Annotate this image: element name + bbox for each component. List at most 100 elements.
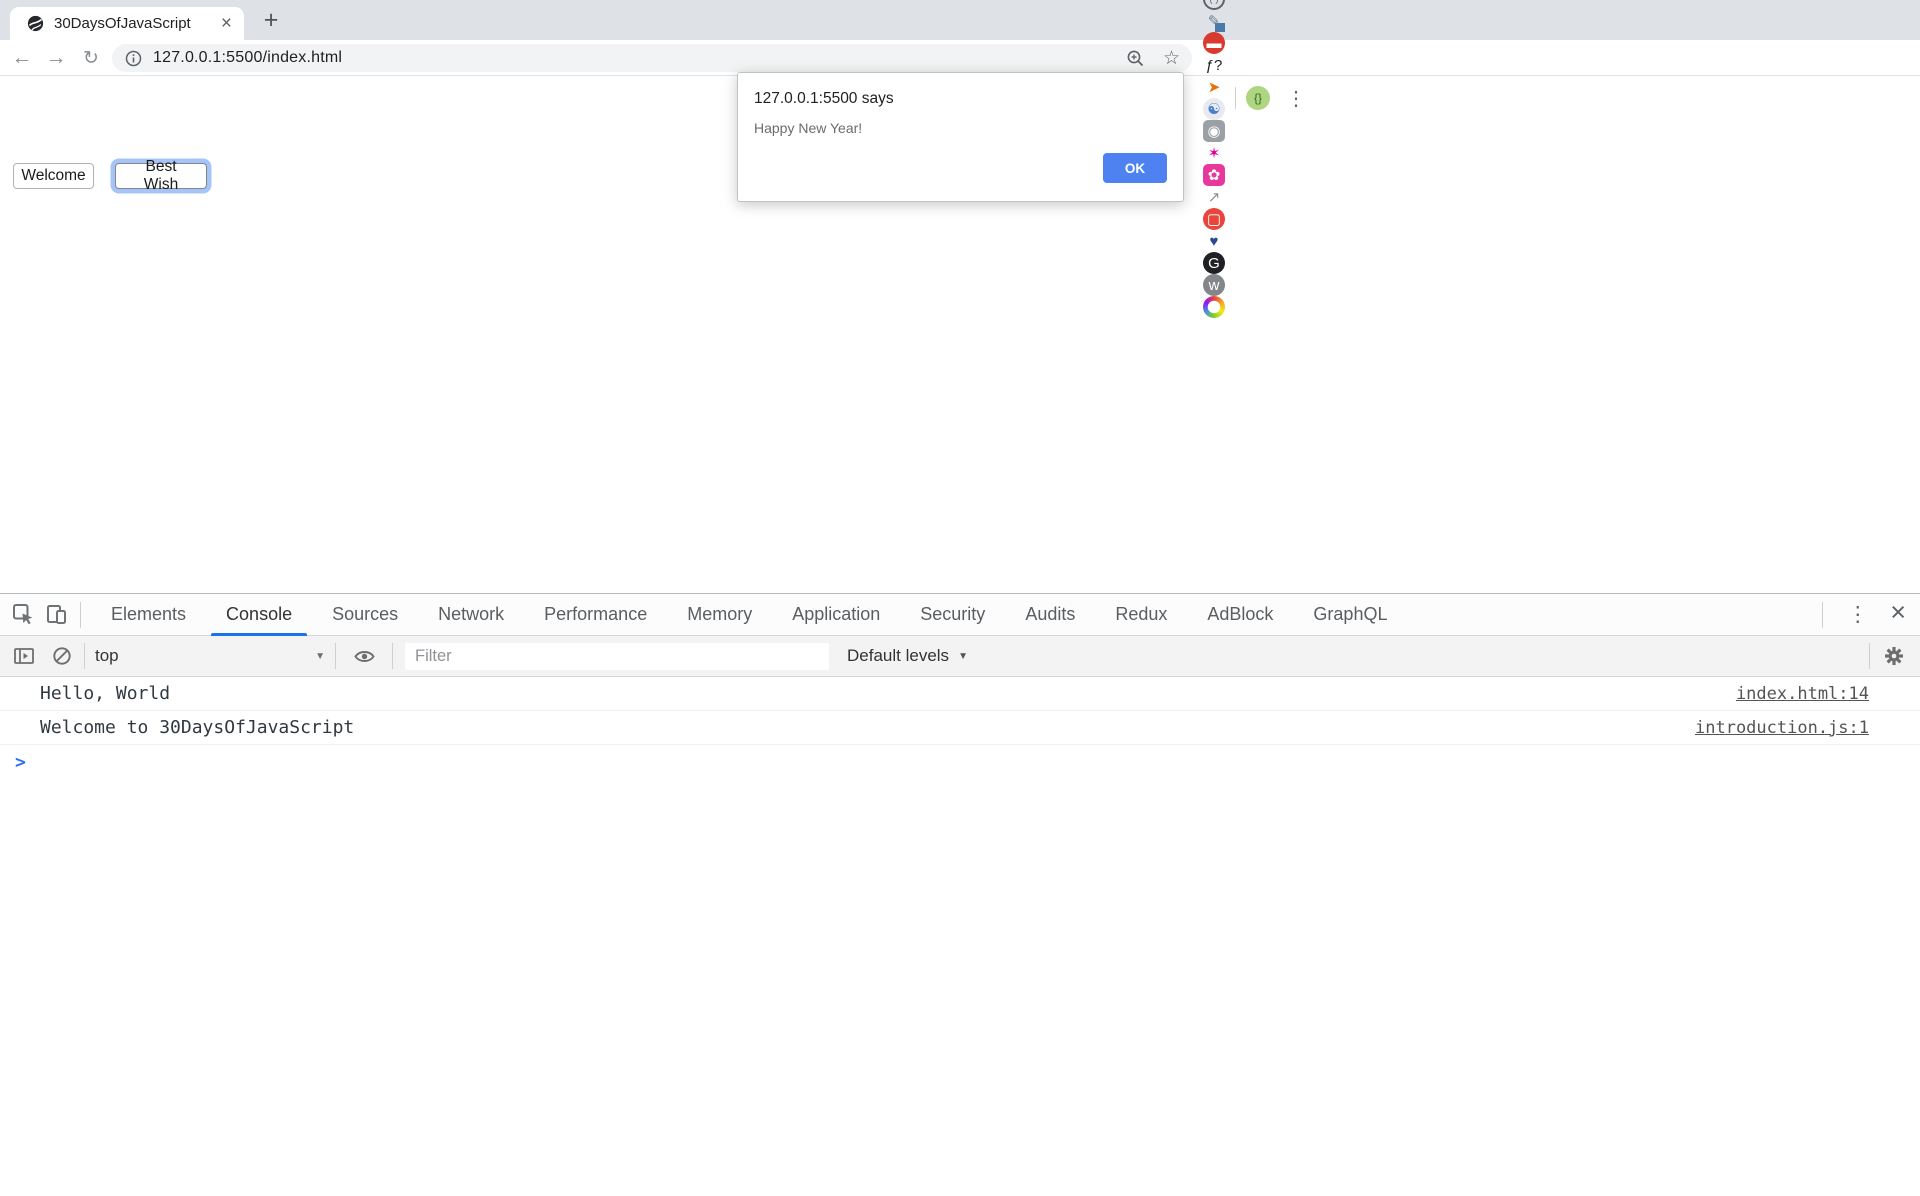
chevron-down-icon: ▼ xyxy=(315,651,325,662)
browser-toolbar: ← → ↻ 127.0.0.1:5500/index.html ☆ Ƒ◎❚❚✱❋… xyxy=(0,40,1920,76)
favicon-globe-icon xyxy=(27,15,44,32)
devtools-tab-bar: ElementsConsoleSourcesNetworkPerformance… xyxy=(0,594,1920,636)
ext-glyph: w xyxy=(1209,278,1220,293)
avatar-glyph: {} xyxy=(1254,92,1262,104)
extensions-area: Ƒ◎❚❚✱❋(-)✎▬ƒ?➤☯◉✶✿↗▢♥Gw {} ⋮ xyxy=(1203,80,1312,116)
filter-input[interactable] xyxy=(405,643,829,670)
bookmark-star-icon[interactable]: ☆ xyxy=(1163,47,1180,70)
tab-memory[interactable]: Memory xyxy=(667,594,772,636)
dash-circle-icon[interactable]: (-) xyxy=(1203,0,1225,10)
console-toolbar-divider2 xyxy=(335,643,336,669)
ext-glyph: ✿ xyxy=(1208,168,1221,183)
stop-hand-icon[interactable]: ▬ xyxy=(1203,32,1225,54)
tab-console[interactable]: Console xyxy=(206,594,312,636)
dialog-message: Happy New Year! xyxy=(754,120,862,136)
device-toolbar-icon[interactable] xyxy=(44,603,68,627)
dialog-title: 127.0.0.1:5500 says xyxy=(754,90,894,108)
tab-strip: 30DaysOfJavaScript × + xyxy=(0,0,1920,40)
prompt-chevron-icon: > xyxy=(15,752,26,773)
chevron-down-icon: ▼ xyxy=(958,651,968,662)
colorzilla-eyedropper-icon[interactable]: ✎ xyxy=(1203,10,1225,32)
console-toolbar-divider xyxy=(84,643,85,669)
pink-gear-icon[interactable]: ✿ xyxy=(1203,164,1225,186)
site-info-icon[interactable] xyxy=(125,50,142,67)
heart-search-icon[interactable]: ♥ xyxy=(1203,230,1225,252)
reload-button[interactable]: ↻ xyxy=(76,43,106,73)
devtools-close-icon[interactable]: × xyxy=(1882,599,1920,630)
devtools-panel: ElementsConsoleSourcesNetworkPerformance… xyxy=(0,593,1920,1196)
chrome-menu-kebab-icon[interactable]: ⋮ xyxy=(1280,86,1312,111)
inspect-element-icon[interactable] xyxy=(11,603,35,627)
tab-performance[interactable]: Performance xyxy=(524,594,667,636)
best-wish-button[interactable]: Best Wish xyxy=(115,163,207,189)
settings-gear-icon[interactable] xyxy=(1882,644,1906,668)
url-text: 127.0.0.1:5500/index.html xyxy=(153,49,342,67)
tabbar-divider xyxy=(80,602,81,628)
browser-tab[interactable]: 30DaysOfJavaScript × xyxy=(10,7,244,40)
console-message-text: Welcome to 30DaysOfJavaScript xyxy=(40,717,354,738)
console-toolbar: top ▼ Default levels ▼ xyxy=(0,636,1920,677)
ghostery-icon[interactable]: G xyxy=(1203,252,1225,274)
js-alert-dialog: 127.0.0.1:5500 says Happy New Year! OK xyxy=(737,72,1184,202)
source-link[interactable]: index.html:14 xyxy=(1736,684,1869,704)
console-sidebar-toggle-icon[interactable] xyxy=(12,644,36,668)
devtools-menu-kebab-icon[interactable]: ⋮ xyxy=(1833,602,1882,627)
zoom-indicator-icon[interactable] xyxy=(1126,49,1145,68)
ext-glyph: ↗ xyxy=(1208,190,1221,205)
fn-question-icon[interactable]: ƒ? xyxy=(1203,54,1225,76)
console-message-row: Hello, World index.html:14 xyxy=(0,677,1920,711)
graphql-icon[interactable]: ✶ xyxy=(1203,142,1225,164)
clear-console-icon[interactable] xyxy=(50,644,74,668)
dialog-ok-button[interactable]: OK xyxy=(1103,153,1167,183)
toolbar-divider xyxy=(1235,87,1236,109)
ext-glyph: ➤ xyxy=(1208,80,1221,95)
tab-graphql[interactable]: GraphQL xyxy=(1293,594,1407,636)
source-link[interactable]: introduction.js:1 xyxy=(1695,718,1869,738)
context-label: top xyxy=(95,646,119,666)
welcome-button[interactable]: Welcome xyxy=(13,163,94,189)
console-message-text: Hello, World xyxy=(40,683,170,704)
address-bar[interactable]: 127.0.0.1:5500/index.html ☆ xyxy=(112,44,1192,72)
tab-network[interactable]: Network xyxy=(418,594,524,636)
levels-label: Default levels xyxy=(847,646,949,666)
tab-audits[interactable]: Audits xyxy=(1005,594,1095,636)
swirl-icon[interactable]: ☯ xyxy=(1203,98,1225,120)
ext-glyph: ƒ? xyxy=(1206,58,1223,73)
tab-security[interactable]: Security xyxy=(900,594,1005,636)
color-ring-icon[interactable] xyxy=(1203,296,1225,318)
ext-glyph: ▬ xyxy=(1207,36,1222,51)
ext-glyph: G xyxy=(1208,256,1220,271)
red-badge-icon[interactable]: ▢ xyxy=(1203,208,1225,230)
tab-close-icon[interactable]: × xyxy=(219,14,234,33)
tab-application[interactable]: Application xyxy=(772,594,900,636)
ext-glyph: (-) xyxy=(1210,0,1219,4)
tabbar-divider-right xyxy=(1822,602,1823,628)
tab-redux[interactable]: Redux xyxy=(1095,594,1187,636)
console-output: Hello, World index.html:14 Welcome to 30… xyxy=(0,677,1920,745)
ext-glyph: ✎ xyxy=(1208,14,1221,29)
forward-button[interactable]: → xyxy=(41,43,71,73)
ext-glyph: ♥ xyxy=(1210,234,1219,249)
console-prompt[interactable]: > xyxy=(0,745,1920,779)
context-selector[interactable]: top ▼ xyxy=(95,646,325,666)
ext-glyph: ▢ xyxy=(1207,212,1221,227)
camera-icon[interactable]: ◉ xyxy=(1203,120,1225,142)
tab-elements[interactable]: Elements xyxy=(91,594,206,636)
profile-avatar[interactable]: {} xyxy=(1246,86,1270,110)
console-toolbar-divider4 xyxy=(1869,643,1870,669)
log-levels-selector[interactable]: Default levels ▼ xyxy=(847,646,968,666)
megaphone-icon[interactable]: ➤ xyxy=(1203,76,1225,98)
tab-title: 30DaysOfJavaScript xyxy=(54,15,219,32)
ext-glyph: ◉ xyxy=(1207,124,1220,139)
tab-sources[interactable]: Sources xyxy=(312,594,418,636)
new-tab-button[interactable]: + xyxy=(256,5,286,35)
live-expression-eye-icon[interactable] xyxy=(352,644,376,668)
back-button[interactable]: ← xyxy=(7,43,37,73)
ext-glyph: ☯ xyxy=(1207,102,1220,117)
console-message-row: Welcome to 30DaysOfJavaScript introducti… xyxy=(0,711,1920,745)
console-toolbar-divider3 xyxy=(392,643,393,669)
tab-adblock[interactable]: AdBlock xyxy=(1187,594,1293,636)
wappalyzer-icon[interactable]: w xyxy=(1203,274,1225,296)
ext-glyph: ✶ xyxy=(1208,146,1221,161)
blocks-arrow-icon[interactable]: ↗ xyxy=(1203,186,1225,208)
